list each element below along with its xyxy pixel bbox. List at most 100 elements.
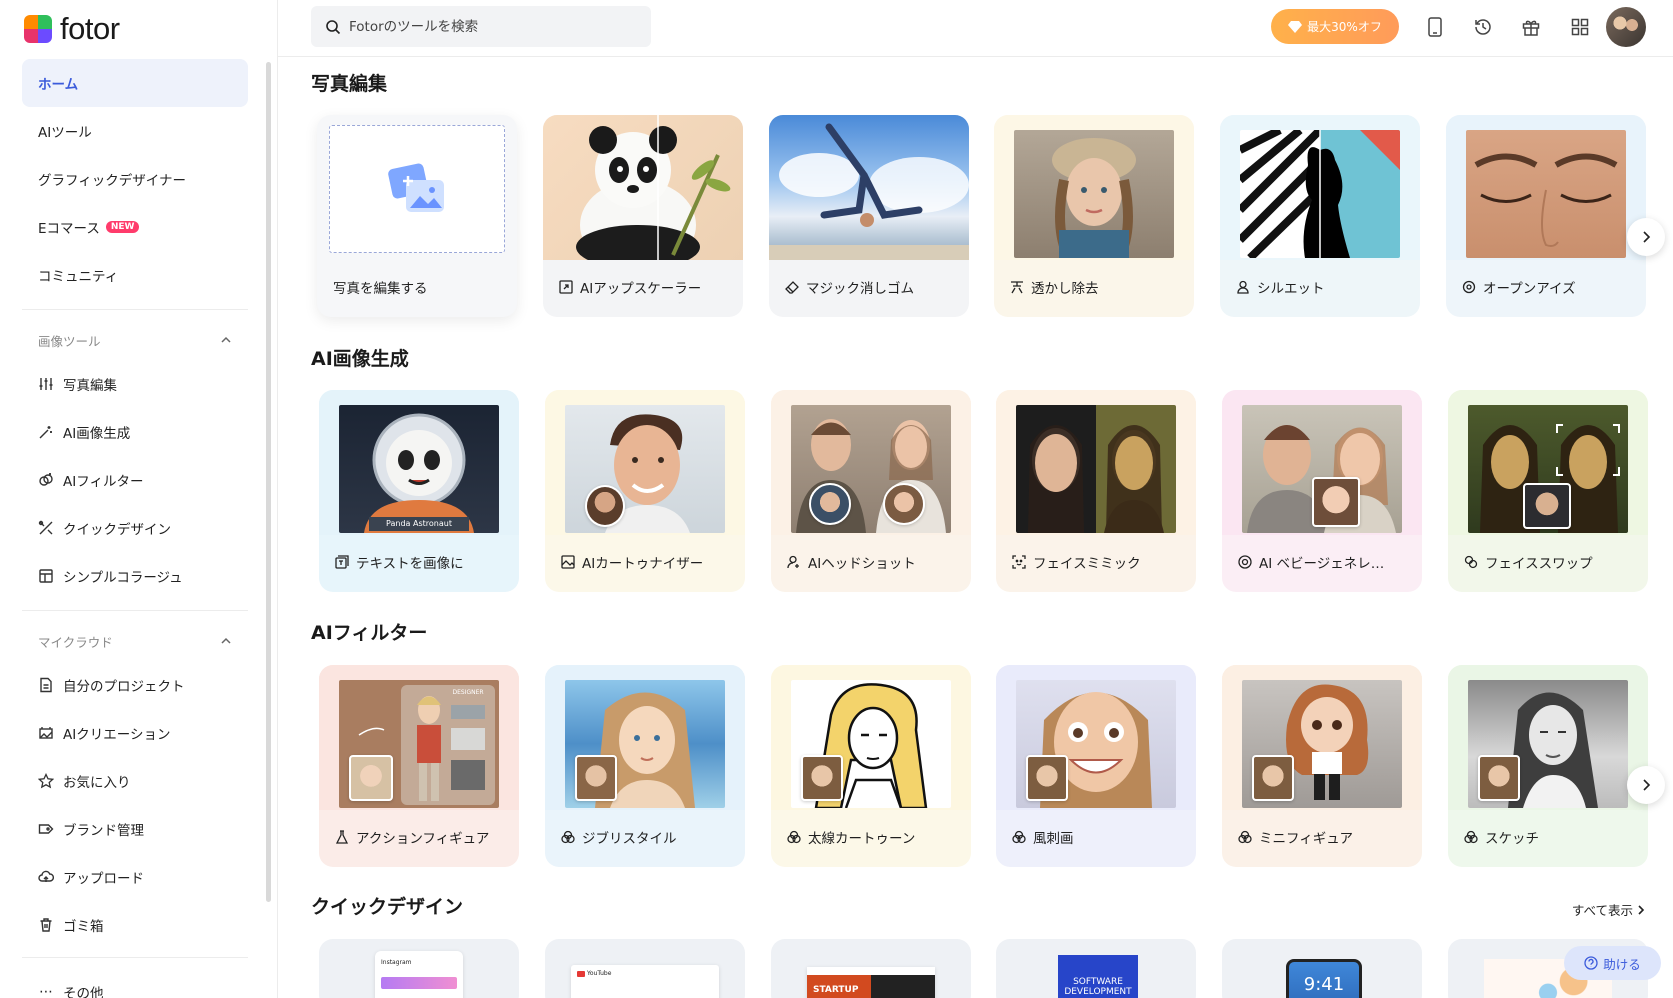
sidebar-item-ai-filter[interactable]: AIフィルター: [22, 456, 248, 504]
card-face-swap[interactable]: フェイススワップ: [1448, 390, 1648, 592]
watermark-icon: [1011, 281, 1023, 294]
chevron-right-icon: [1638, 904, 1645, 915]
card-caricature[interactable]: 風刺画: [996, 665, 1196, 867]
sidebar-item-more[interactable]: ⋯ その他: [22, 968, 248, 998]
card-ai-cartoonizer[interactable]: AIカートゥナイザー: [545, 390, 745, 592]
card-sketch[interactable]: スケッチ: [1448, 665, 1648, 867]
quick-design-row: Instagram YouTube STARTUP SOFTWARE DEVEL…: [319, 939, 1659, 998]
mobile-icon[interactable]: [1421, 13, 1449, 41]
next-arrow-button[interactable]: [1627, 766, 1665, 804]
new-badge: NEW: [105, 221, 140, 233]
source-face-thumbnail: [585, 485, 625, 527]
card-silhouette[interactable]: シルエット: [1220, 115, 1420, 317]
nav-home[interactable]: ホーム: [22, 59, 248, 107]
view-all-link[interactable]: すべて表示: [1572, 900, 1645, 919]
filter-icon: [38, 472, 54, 488]
card-face-mimic[interactable]: フェイスミミック: [996, 390, 1196, 592]
card-startup-template[interactable]: STARTUP: [771, 939, 971, 998]
panda-image: [543, 115, 743, 270]
card-label: AI ベビージェネレ…: [1238, 552, 1384, 572]
face-swap-icon: [1464, 555, 1478, 569]
card-label: テキストを画像に: [335, 552, 464, 572]
headshot-source-1: [809, 483, 851, 525]
card-ai-baby-generator[interactable]: AI ベビージェネレ…: [1222, 390, 1422, 592]
sidebar-item-label: AI画像生成: [63, 426, 131, 442]
sidebar-item-label: AIクリエーション: [63, 727, 171, 743]
ai-creation-icon: [38, 725, 54, 741]
next-arrow-button[interactable]: [1627, 218, 1665, 256]
search-input[interactable]: [349, 18, 629, 35]
nav-ai-tools[interactable]: AIツール: [22, 107, 248, 155]
sidebar-item-collage[interactable]: シンプルコラージュ: [22, 552, 248, 600]
fotor-logo[interactable]: fotor: [24, 11, 120, 46]
caricature-image: [1016, 680, 1176, 808]
sidebar-item-quick-design[interactable]: クイックデザイン: [22, 504, 248, 552]
filter-icon: [787, 830, 801, 844]
sidebar-item-label: ブランド管理: [63, 823, 144, 839]
card-software-template[interactable]: SOFTWARE DEVELOPMENT: [996, 939, 1196, 998]
sidebar-item-label: 写真編集: [63, 378, 117, 394]
card-edit-photo[interactable]: 写真を編集する: [317, 115, 517, 317]
ghibli-source-thumbnail: [575, 755, 617, 801]
fotor-logo-icon: [24, 15, 52, 43]
sidebar-item-upload[interactable]: アップロード: [22, 853, 248, 901]
card-label: アクションフィギュア: [335, 827, 489, 847]
nav-ecommerce[interactable]: Eコマース NEW: [22, 203, 248, 251]
sidebar-item-ai-creation[interactable]: AIクリエーション: [22, 709, 248, 757]
card-label: スケッチ: [1464, 827, 1539, 847]
filter-icon: [561, 830, 575, 844]
top-header: 最大30%オフ: [278, 0, 1673, 57]
card-label: 太線カートゥーン: [787, 827, 915, 847]
image-tools-header[interactable]: 画像ツール: [22, 320, 248, 360]
sidebar-item-label: その他: [63, 986, 104, 998]
sliders-icon: [38, 376, 54, 392]
source-photo-thumbnail: [349, 755, 393, 801]
sidebar-item-label: シンプルコラージュ: [63, 570, 183, 586]
promo-button[interactable]: 最大30%オフ: [1271, 9, 1399, 44]
collage-icon: [38, 568, 54, 584]
card-watermark-remove[interactable]: 透かし除去: [994, 115, 1194, 317]
ai-image-row: Panda Astronaut テキストを画像に AIカートゥナイザー AIヘッ…: [319, 390, 1659, 592]
card-ai-upscaler[interactable]: AIアップスケーラー: [543, 115, 743, 317]
my-cloud-header[interactable]: マイクラウド: [22, 621, 248, 661]
card-text-to-image[interactable]: Panda Astronaut テキストを画像に: [319, 390, 519, 592]
sidebar-item-favorites[interactable]: お気に入り: [22, 757, 248, 805]
youtube-template-thumb: YouTube: [571, 965, 719, 998]
sidebar-item-my-projects[interactable]: 自分のプロジェクト: [22, 661, 248, 709]
card-label: フェイスミミック: [1012, 552, 1141, 572]
sidebar-scrollbar[interactable]: [266, 62, 271, 902]
sidebar-item-trash[interactable]: ゴミ箱: [22, 901, 248, 949]
card-mini-figure[interactable]: ミニフィギュア: [1222, 665, 1422, 867]
sidebar-item-photo-edit[interactable]: 写真編集: [22, 360, 248, 408]
card-phone-template[interactable]: 9:41: [1222, 939, 1422, 998]
section-title-ai-filter: AIフィルター: [311, 622, 428, 644]
card-bold-line-cartoon[interactable]: 太線カートゥーン: [771, 665, 971, 867]
nav-label: AIツール: [38, 125, 92, 141]
card-youtube-template[interactable]: YouTube: [545, 939, 745, 998]
headshot-source-2: [883, 483, 925, 525]
card-action-figure[interactable]: DESIGNER アクションフィギュア: [319, 665, 519, 867]
promo-label: 最大30%オフ: [1307, 20, 1382, 34]
search-bar[interactable]: [311, 6, 651, 47]
sidebar: fotor ホーム AIツール グラフィックデザイナー Eコマース NEW コミュ…: [0, 0, 278, 998]
card-magic-eraser[interactable]: マジック消しゴム: [769, 115, 969, 317]
card-ai-headshot[interactable]: AIヘッドショット: [771, 390, 971, 592]
card-instagram-template[interactable]: Instagram: [319, 939, 519, 998]
nav-graphic-designer[interactable]: グラフィックデザイナー: [22, 155, 248, 203]
sidebar-item-ai-image[interactable]: AI画像生成: [22, 408, 248, 456]
nav-community[interactable]: コミュニティ: [22, 251, 248, 299]
card-label: オープンアイズ: [1462, 277, 1576, 297]
card-ghibli-style[interactable]: ジブリスタイル: [545, 665, 745, 867]
panda-astronaut-image: Panda Astronaut: [339, 405, 499, 533]
upload-dropzone[interactable]: [329, 125, 505, 253]
sidebar-item-label: AIフィルター: [63, 474, 144, 490]
sidebar-item-brand[interactable]: ブランド管理: [22, 805, 248, 853]
apps-grid-icon[interactable]: [1566, 13, 1594, 41]
mini-figure-image: [1242, 680, 1402, 808]
user-avatar[interactable]: [1606, 7, 1646, 47]
sketch-image: [1468, 680, 1628, 808]
gift-icon[interactable]: [1517, 13, 1545, 41]
help-button[interactable]: 助ける: [1564, 946, 1661, 980]
history-icon[interactable]: [1469, 13, 1497, 41]
card-open-eyes[interactable]: オープンアイズ: [1446, 115, 1646, 317]
